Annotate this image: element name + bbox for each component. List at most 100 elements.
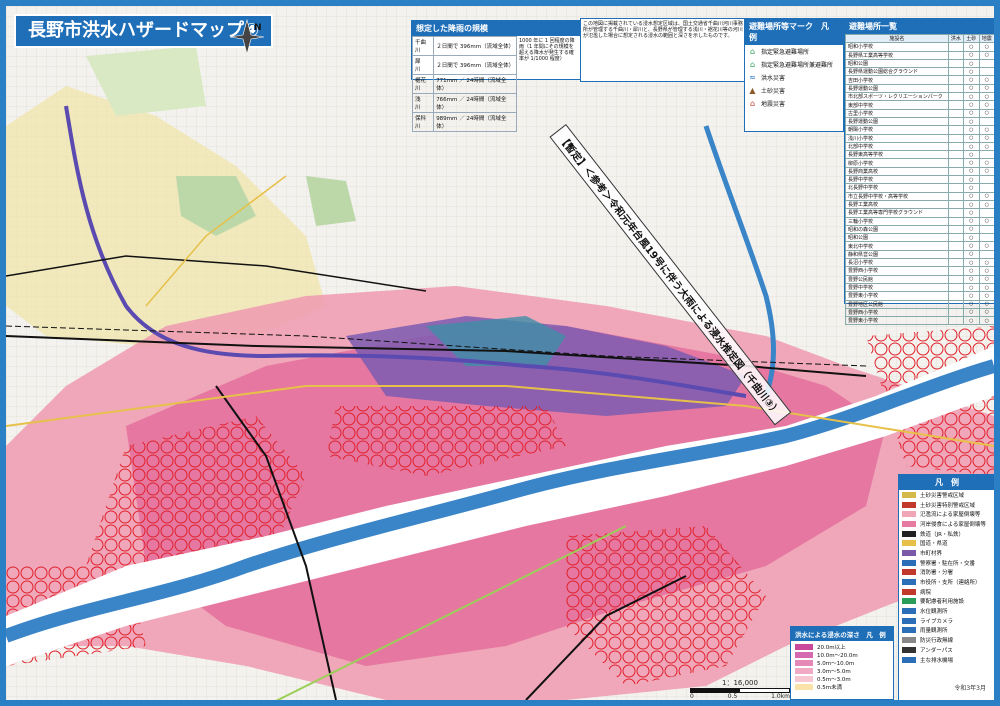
rain-table: 想定した降雨の規模 千曲川 ２日間で 396mm（流域全体） 犀 川 ２日間で 39… bbox=[411, 20, 581, 132]
scale-ratio: 1：16,000 bbox=[722, 679, 758, 687]
table-cell: ○ bbox=[963, 75, 980, 85]
table-row: 柳原小学校 ○ ○ bbox=[845, 158, 994, 168]
table-cell: 766mm ／ 24時間（流域全体） bbox=[433, 93, 517, 113]
table-cell bbox=[947, 150, 965, 160]
legend-label: 氾濫流による家屋倒壊等 bbox=[920, 512, 981, 519]
table-cell: ○ bbox=[963, 257, 980, 268]
table-cell: ○ bbox=[963, 282, 980, 293]
table-row: 三輪小学校 ○ ○ bbox=[845, 216, 994, 226]
table-cell bbox=[947, 307, 965, 318]
table-cell: ○ bbox=[963, 50, 980, 60]
depth-label: 20.0m以上 bbox=[817, 645, 846, 651]
compass-label: N bbox=[254, 23, 262, 33]
legend-swatch bbox=[902, 646, 916, 653]
table-cell: ○ bbox=[978, 299, 994, 309]
table-cell: 朝陽小学校 bbox=[845, 125, 949, 135]
table-row: 長野工業高校 ○ ○ bbox=[845, 199, 994, 210]
table-cell bbox=[947, 299, 965, 309]
table-cell bbox=[947, 316, 965, 326]
table-cell: 989mm ／ 24時間（流域全体） bbox=[433, 112, 517, 132]
legend-item: 氾濫流による家屋倒壊等 bbox=[899, 509, 994, 519]
table-cell: 北部中学校 bbox=[845, 141, 949, 152]
table-row: 長野運動公園 ○ bbox=[845, 116, 994, 127]
legend-label: 要配慮者利用施設 bbox=[920, 599, 965, 606]
publish-date: 令和3年3月 bbox=[954, 685, 986, 692]
table-cell: ○ bbox=[978, 75, 994, 85]
legend-swatch bbox=[902, 569, 916, 576]
legend-label: 市町村界 bbox=[920, 550, 943, 557]
earthquake-icon: ⌂ bbox=[749, 99, 756, 108]
table-cell: ○ bbox=[978, 141, 994, 152]
legend-label: 地震災害 bbox=[761, 101, 786, 108]
table-cell: ○ bbox=[963, 83, 980, 94]
legend-item: ⌂ 指定緊急避難場所兼避難所 bbox=[745, 58, 843, 71]
table-row: 長野運動公園 ○ ○ bbox=[845, 83, 994, 94]
table-row: 長野中学校 ○ bbox=[845, 175, 994, 185]
table-cell: 市立長野中学校・高等学校 bbox=[845, 191, 949, 201]
depth-label: 0.5m〜3.0m bbox=[817, 677, 851, 683]
depth-swatch bbox=[795, 676, 813, 682]
legend-label: 土砂災害特別警戒区域 bbox=[920, 502, 976, 509]
legend-swatch bbox=[902, 511, 916, 518]
table-cell: ○ bbox=[963, 208, 980, 218]
scale-bar: 1：16,000 0 0.5 1.0km bbox=[690, 678, 790, 700]
legend-item: 市役所・支所（連絡所） bbox=[899, 577, 994, 587]
table-row: 昭和の森公園 ○ bbox=[845, 224, 994, 235]
table-cell: ○ bbox=[963, 175, 980, 185]
table-cell bbox=[947, 291, 965, 301]
table-row: 豊野地区公民館 ○ ○ bbox=[845, 299, 994, 309]
table-cell: ○ bbox=[963, 249, 980, 260]
table-row: 豊野公民館 ○ ○ bbox=[845, 274, 994, 284]
map-legend-heading: 凡 例 bbox=[899, 475, 994, 490]
depth-label: 3.0m〜5.0m bbox=[817, 669, 851, 675]
legend-label: 土砂災害警戒区域 bbox=[920, 492, 965, 499]
table-cell: ○ bbox=[963, 125, 980, 135]
legend-swatch bbox=[902, 540, 916, 547]
table-row: 長野県工業高等学校 ○ ○ bbox=[845, 50, 994, 60]
legend-label: 警察署・駐在所・交番 bbox=[920, 560, 976, 567]
table-cell: ○ bbox=[978, 191, 994, 201]
legend-swatch bbox=[902, 520, 916, 527]
table-cell: ○ bbox=[978, 282, 994, 293]
table-cell: 長野中学校 bbox=[845, 175, 949, 185]
table-cell bbox=[978, 249, 994, 260]
table-cell bbox=[947, 58, 965, 69]
column-header: 土砂 bbox=[963, 33, 980, 44]
legend-item: 要配慮者利用施設 bbox=[899, 597, 994, 607]
legend-swatch bbox=[902, 588, 916, 595]
legend-label: ライブカメラ bbox=[920, 618, 954, 625]
legend-list: 土砂災害警戒区域土砂災害特別警戒区域 氾濫流による家屋倒壊等 河岸侵食による家屋倒壊… bbox=[899, 490, 994, 664]
hazard-map[interactable]: 長野市洪水ハザードマップ④ N 想定した降雨の規模 千曲川 ２日間で 396mm（… bbox=[6, 6, 994, 700]
table-cell: 長野商業高校 bbox=[845, 166, 949, 177]
table-cell: ○ bbox=[978, 50, 994, 60]
table-cell: 三輪小学校 bbox=[845, 216, 949, 226]
rain-table-heading: 想定した降雨の規模 bbox=[412, 21, 580, 36]
shelter-mark-legend: 避難場所等マーク 凡 例 ⌂ 指定緊急避難場所 ⌂ 指定緊急避難場所兼避難所 ≈ 洪水… bbox=[744, 18, 844, 132]
depth-legend-heading: 洪水による浸水の深さ 凡 例 bbox=[791, 627, 893, 641]
table-cell bbox=[947, 175, 965, 185]
legend-item: 土砂災害特別警戒区域 bbox=[899, 500, 994, 510]
table-row: 昭和公園 ○ bbox=[845, 58, 994, 69]
legend-label: 病院 bbox=[920, 589, 932, 596]
map-notes: この地図に掲載されている浸水想定区域は、国土交通省千曲川河川事務所が管理する千曲… bbox=[580, 18, 746, 82]
table-row: 古里小学校 ○ ○ bbox=[845, 108, 994, 118]
table-cell: 豊野西小学校 bbox=[845, 266, 949, 276]
table-cell: ○ bbox=[963, 216, 980, 226]
table-cell: ○ bbox=[963, 316, 980, 326]
legend-item: 河岸侵食による家屋倒壊等 bbox=[899, 519, 994, 529]
table-cell: ○ bbox=[963, 92, 980, 102]
table-cell: ○ bbox=[963, 291, 980, 301]
rain-side-note: 1000 年に 1 回程度の降雨（1 年間にその規模を超える降水が発生する確率が… bbox=[518, 38, 575, 62]
legend-label: 指定緊急避難場所兼避難所 bbox=[761, 62, 834, 69]
legend-item: アンダーパス bbox=[899, 645, 994, 655]
table-row: 北長野中学校 ○ bbox=[845, 183, 994, 193]
table-cell: 豊野中学校 bbox=[845, 282, 949, 293]
table-cell bbox=[947, 166, 965, 177]
table-cell bbox=[947, 233, 965, 243]
table-cell: 保科川 bbox=[411, 112, 435, 132]
legend-item: 国道・県道 bbox=[899, 538, 994, 548]
table-cell: ○ bbox=[963, 191, 980, 201]
table-cell bbox=[947, 199, 965, 210]
table-cell: ○ bbox=[978, 291, 994, 301]
scale-mark: 0.5 bbox=[727, 693, 738, 700]
